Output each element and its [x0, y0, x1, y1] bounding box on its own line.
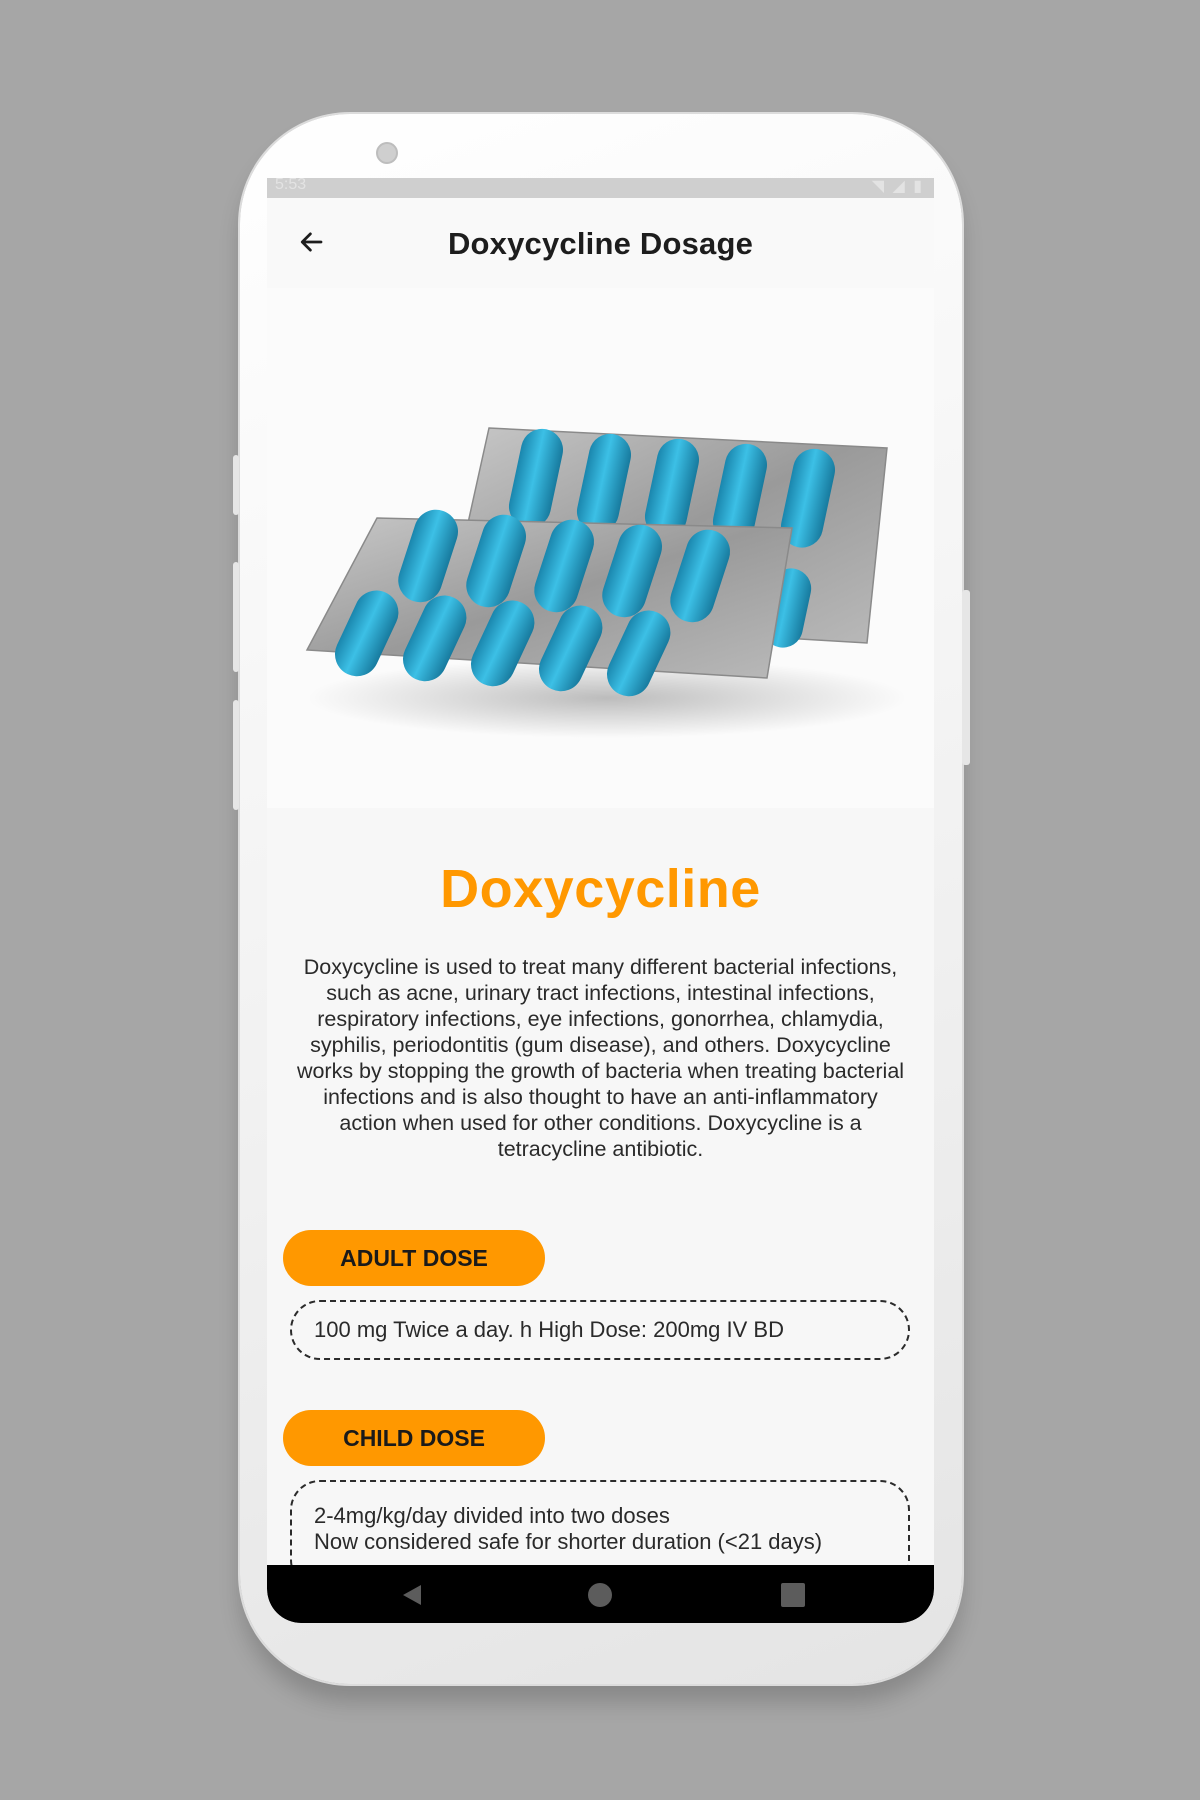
- adult-dose-label: ADULT DOSE: [340, 1244, 488, 1271]
- child-dose-line-2: Now considered safe for shorter duration…: [314, 1529, 823, 1554]
- page-title: Doxycycline Dosage: [447, 226, 754, 261]
- nav-back-button[interactable]: [392, 1575, 432, 1615]
- drug-description: Doxycycline is used to treat many differ…: [296, 955, 905, 1161]
- app-screen: 5:53 ◥ ◢ ▮ Doxycycline Dosage Doxycyclin…: [267, 178, 934, 1623]
- adult-dose-box: 100 mg Twice a day. h High Dose: 200mg I…: [290, 1300, 910, 1360]
- child-dose-label: CHILD DOSE: [343, 1424, 485, 1451]
- power-button: [962, 590, 970, 765]
- nav-recents-icon: [781, 1583, 805, 1607]
- child-dose-line-1: 2-4mg/kg/day divided into two doses: [314, 1503, 670, 1528]
- adult-dose-text: 100 mg Twice a day. h High Dose: 200mg I…: [314, 1317, 784, 1342]
- nav-home-button[interactable]: [580, 1575, 620, 1615]
- nav-back-icon: [403, 1585, 421, 1605]
- drug-name: Doxycycline: [440, 859, 761, 919]
- bixby-button: [233, 700, 239, 810]
- child-dose-button[interactable]: CHILD DOSE: [283, 1410, 545, 1466]
- adult-dose-button[interactable]: ADULT DOSE: [283, 1230, 545, 1286]
- front-camera: [376, 142, 398, 164]
- blister-pack-illustration: [305, 427, 907, 738]
- system-nav-bar: [267, 1565, 934, 1623]
- status-time: 5:53: [275, 178, 307, 193]
- nav-home-icon: [588, 1583, 612, 1607]
- volume-down-button: [233, 562, 239, 672]
- volume-up-button: [233, 455, 239, 515]
- nav-recents-button[interactable]: [773, 1575, 813, 1615]
- app-bar: Doxycycline Dosage: [267, 198, 934, 288]
- status-bar: 5:53 ◥ ◢ ▮: [267, 178, 934, 198]
- drug-image: [267, 288, 934, 808]
- status-icons: ◥ ◢ ▮: [871, 178, 924, 195]
